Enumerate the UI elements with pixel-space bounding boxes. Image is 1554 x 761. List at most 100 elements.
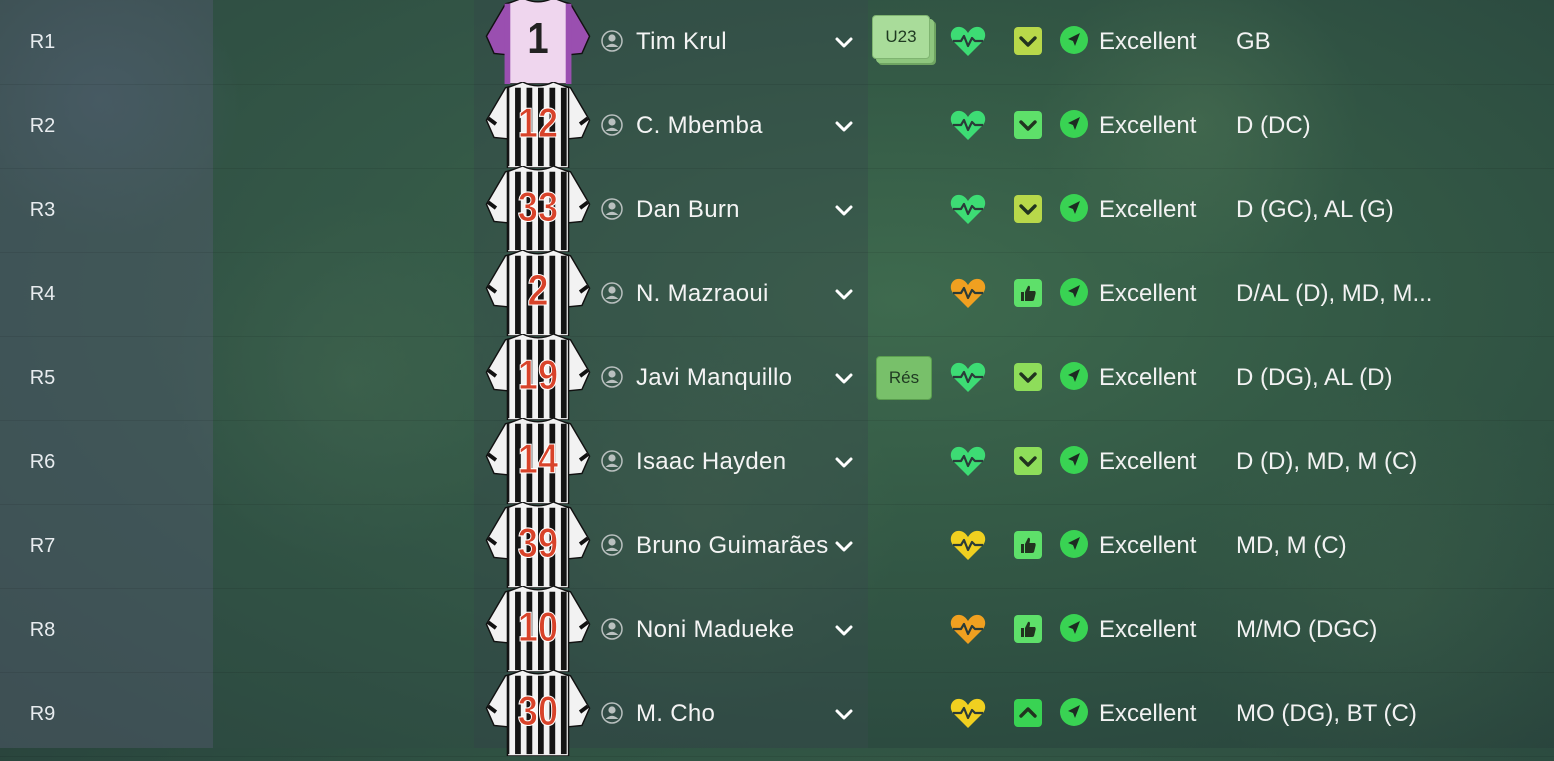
player-name[interactable]: Javi Manquillo xyxy=(636,336,792,420)
fitness-heart-icon xyxy=(950,108,986,142)
person-icon[interactable] xyxy=(601,450,623,472)
role-slot-label: R9 xyxy=(29,703,56,725)
person-icon[interactable] xyxy=(601,618,623,640)
person-icon[interactable] xyxy=(601,282,623,304)
svg-text:14: 14 xyxy=(518,437,559,483)
direction-arrow-icon xyxy=(1060,194,1088,222)
squad-list: R1 1 Tim Krul U23 Excellent GB R2 12 C. … xyxy=(0,0,1554,757)
condition-text: Excellent xyxy=(1099,280,1197,307)
role-slot-label: R6 xyxy=(29,451,56,473)
chevron-down-icon xyxy=(1014,111,1042,139)
u23-badge[interactable]: U23 xyxy=(872,15,930,59)
direction-arrow-icon xyxy=(1060,530,1088,558)
person-icon[interactable] xyxy=(601,366,623,388)
chevron-down-icon xyxy=(1014,195,1042,223)
direction-arrow-icon xyxy=(1060,362,1088,390)
role-slot-label: R4 xyxy=(29,283,56,305)
chevron-down-icon xyxy=(1014,27,1042,55)
shirt-number-kit: 10 xyxy=(482,585,594,673)
table-row[interactable]: R9 30 M. Cho Excellent MO (DG), BT (C) xyxy=(0,669,1554,757)
fitness-heart-icon xyxy=(950,696,986,730)
player-position: MO (DG), BT (C) xyxy=(1236,700,1417,727)
chevron-down-icon[interactable] xyxy=(832,366,856,390)
svg-text:39: 39 xyxy=(518,521,558,567)
chevron-down-icon[interactable] xyxy=(832,30,856,54)
direction-arrow-icon xyxy=(1060,698,1088,726)
condition-text: Excellent xyxy=(1099,616,1197,643)
svg-text:2: 2 xyxy=(527,265,548,314)
player-name[interactable]: Noni Madueke xyxy=(636,588,794,672)
direction-arrow-icon xyxy=(1060,26,1088,54)
player-position: M/MO (DGC) xyxy=(1236,616,1378,643)
shirt-number-kit: 1 xyxy=(482,0,594,85)
svg-text:1: 1 xyxy=(527,13,548,62)
player-position: D (GC), AL (G) xyxy=(1236,196,1394,223)
chevron-down-icon[interactable] xyxy=(832,702,856,726)
fitness-heart-icon xyxy=(950,612,986,646)
condition-text: Excellent xyxy=(1099,448,1197,475)
condition-text: Excellent xyxy=(1099,196,1197,223)
direction-arrow-icon xyxy=(1060,446,1088,474)
chevron-down-icon[interactable] xyxy=(832,534,856,558)
fitness-heart-icon xyxy=(950,276,986,310)
role-slot-label: R1 xyxy=(29,31,56,53)
chevron-down-icon xyxy=(1014,447,1042,475)
svg-text:10: 10 xyxy=(518,605,558,651)
shirt-number-kit: 19 xyxy=(482,333,594,421)
table-row[interactable]: R1 1 Tim Krul U23 Excellent GB xyxy=(0,0,1554,85)
condition-text: Excellent xyxy=(1099,28,1197,55)
chevron-down-icon[interactable] xyxy=(832,618,856,642)
table-row[interactable]: R5 19 Javi Manquillo Rés Excellent D (DG)… xyxy=(0,333,1554,421)
reserve-badge[interactable]: Rés xyxy=(876,356,932,400)
player-name[interactable]: Isaac Hayden xyxy=(636,420,786,504)
person-icon[interactable] xyxy=(601,702,623,724)
chevron-down-icon[interactable] xyxy=(832,282,856,306)
shirt-number-kit: 14 xyxy=(482,417,594,505)
person-icon[interactable] xyxy=(601,198,623,220)
table-row[interactable]: R8 10 Noni Madueke Excellent M/MO (DGC) xyxy=(0,585,1554,673)
player-name[interactable]: N. Mazraoui xyxy=(636,252,769,336)
chevron-down-icon[interactable] xyxy=(832,114,856,138)
shirt-number-kit: 12 xyxy=(482,81,594,169)
role-slot-label: R3 xyxy=(29,199,56,221)
person-icon[interactable] xyxy=(601,534,623,556)
table-row[interactable]: R2 12 C. Mbemba Excellent D (DC) xyxy=(0,81,1554,169)
player-name[interactable]: Tim Krul xyxy=(636,0,727,84)
player-name[interactable]: M. Cho xyxy=(636,672,715,756)
player-name[interactable]: Bruno Guimarães xyxy=(636,504,829,588)
player-position: D/AL (D), MD, M... xyxy=(1236,280,1433,307)
fitness-heart-icon xyxy=(950,360,986,394)
chevron-down-icon xyxy=(1014,363,1042,391)
svg-text:19: 19 xyxy=(518,353,558,399)
player-name[interactable]: C. Mbemba xyxy=(636,84,763,168)
fitness-heart-icon xyxy=(950,192,986,226)
direction-arrow-icon xyxy=(1060,278,1088,306)
player-position: MD, M (C) xyxy=(1236,532,1347,559)
condition-text: Excellent xyxy=(1099,700,1197,727)
chevron-down-icon[interactable] xyxy=(832,450,856,474)
chevron-up-icon xyxy=(1014,699,1042,727)
condition-text: Excellent xyxy=(1099,112,1197,139)
condition-text: Excellent xyxy=(1099,364,1197,391)
direction-arrow-icon xyxy=(1060,614,1088,642)
condition-text: Excellent xyxy=(1099,532,1197,559)
svg-text:33: 33 xyxy=(518,185,558,231)
fitness-heart-icon xyxy=(950,24,986,58)
thumbs-up-icon xyxy=(1014,279,1042,307)
table-row[interactable]: R6 14 Isaac Hayden Excellent D (D), MD, M xyxy=(0,417,1554,505)
shirt-number-kit: 33 xyxy=(482,165,594,253)
table-row[interactable]: R4 2 N. Mazraoui Excellent D/AL (D), MD, … xyxy=(0,249,1554,337)
player-name[interactable]: Dan Burn xyxy=(636,168,740,252)
table-row[interactable]: R3 33 Dan Burn Excellent D (GC), AL (G) xyxy=(0,165,1554,253)
person-icon[interactable] xyxy=(601,114,623,136)
svg-text:30: 30 xyxy=(518,689,558,735)
player-position: D (DC) xyxy=(1236,112,1311,139)
person-icon[interactable] xyxy=(601,30,623,52)
chevron-down-icon[interactable] xyxy=(832,198,856,222)
player-position: D (D), MD, M (C) xyxy=(1236,448,1418,475)
role-slot-label: R7 xyxy=(29,535,56,557)
table-row[interactable]: R7 39 Bruno Guimarães Excellent MD, M (C) xyxy=(0,501,1554,589)
role-slot-label: R5 xyxy=(29,367,56,389)
thumbs-up-icon xyxy=(1014,531,1042,559)
role-slot-label: R8 xyxy=(29,619,56,641)
